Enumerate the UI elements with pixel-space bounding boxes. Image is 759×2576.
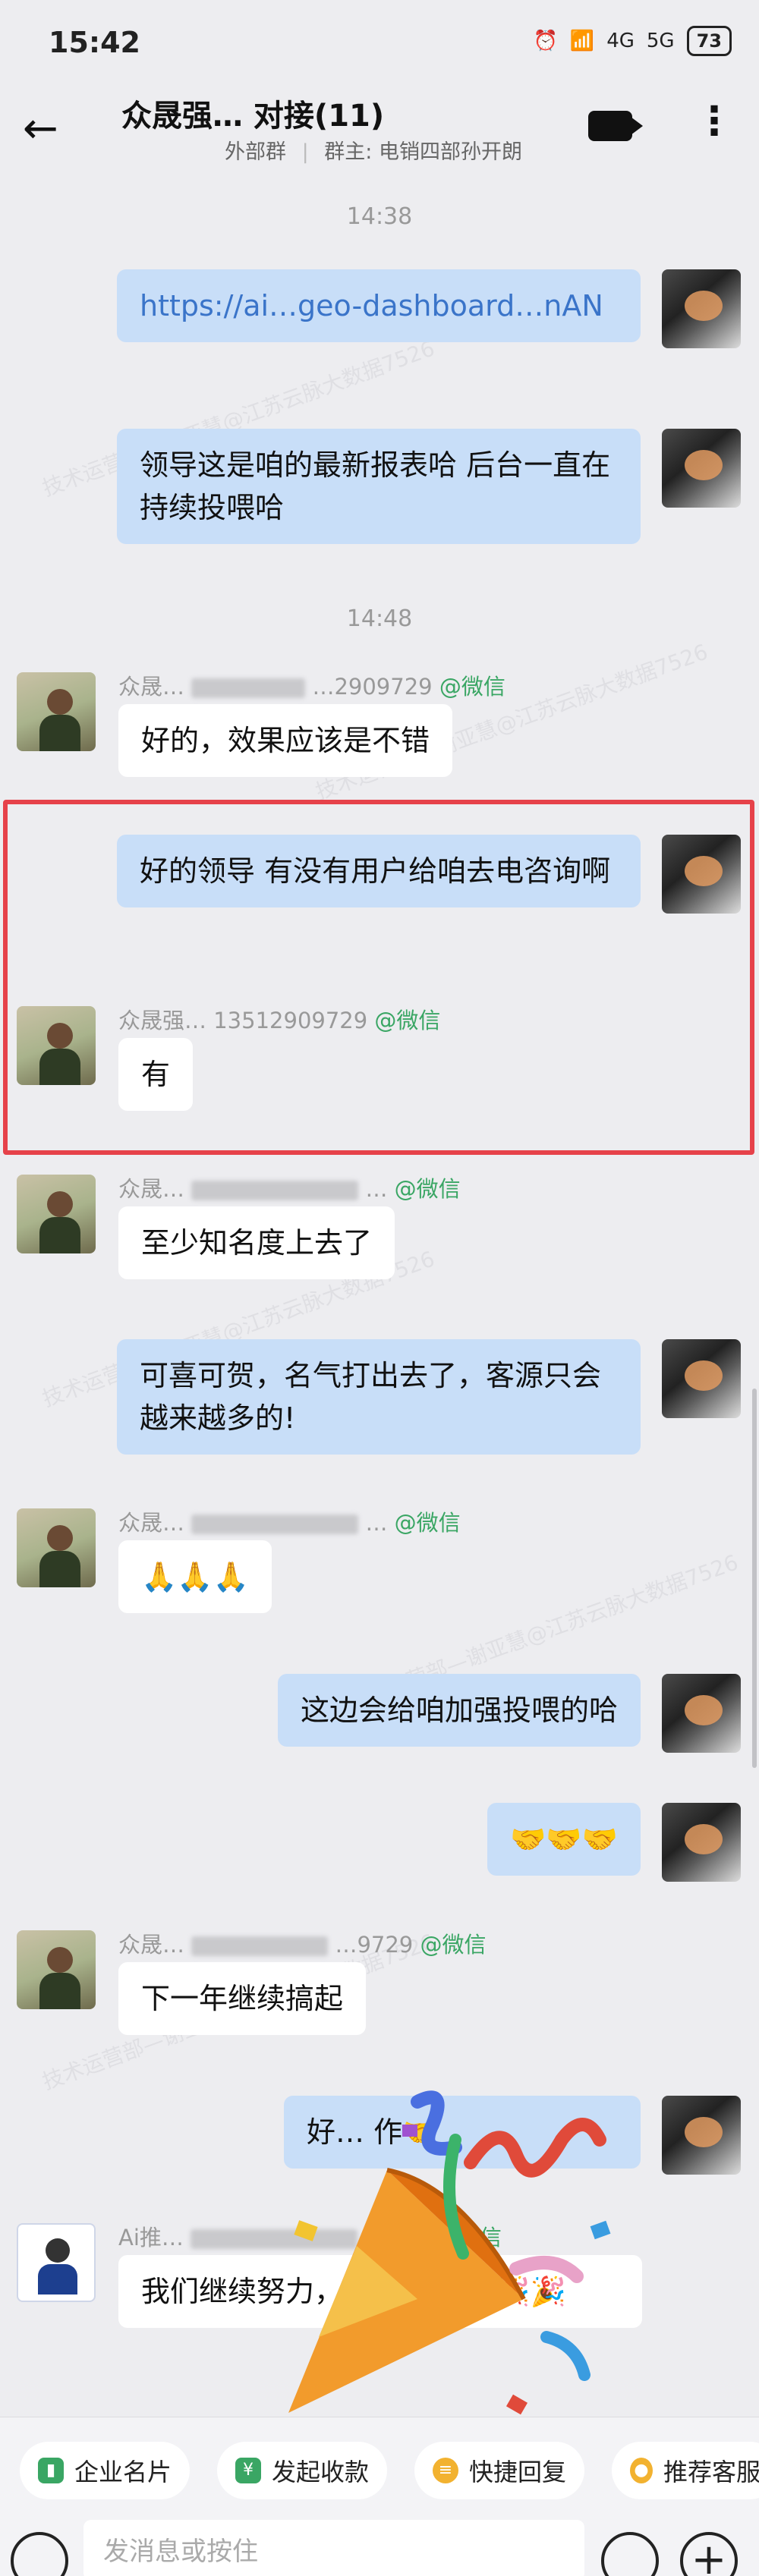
sender-id: …2909729 <box>312 674 433 700</box>
sender-id: … <box>365 1176 388 1202</box>
sender-name: 众晟… … @微信 <box>118 1505 461 1537</box>
avatar[interactable] <box>17 1930 96 2009</box>
quick-action-label: 推荐客服 <box>663 2458 759 2486</box>
payment-button[interactable]: ¥ 发起收款 <box>217 2442 388 2499</box>
timestamp: 14:38 <box>346 203 413 230</box>
clock: 15:42 <box>49 26 140 59</box>
video-call-icon[interactable] <box>588 111 643 141</box>
message-bubble[interactable]: 至少知名度上去了 <box>118 1206 395 1279</box>
sender-id: …9729 <box>335 1932 414 1958</box>
yuan-icon: ¥ <box>235 2458 261 2483</box>
plus-icon[interactable]: + <box>680 2532 738 2576</box>
chat-title[interactable]: 众晟强… 对接(11) <box>121 91 384 135</box>
wechat-tag: @微信 <box>420 1932 487 1958</box>
status-bar: 15:42 ⏰ 📶 4G 5G 73 <box>0 0 759 91</box>
avatar[interactable] <box>662 269 741 348</box>
sender-name: 众晟… …2909729 @微信 <box>118 669 505 701</box>
avatar[interactable] <box>662 429 741 508</box>
wifi-icon: 📶 <box>569 30 595 52</box>
quick-action-label: 企业名片 <box>74 2458 172 2486</box>
sender-label: 众晟… <box>118 1932 185 1958</box>
sender-label: 众晟… <box>118 1176 185 1202</box>
message-bubble[interactable]: https://ai…geo-dashboard…nAN <box>117 269 641 342</box>
group-owner: 群主: 电销四部孙开朗 <box>324 140 522 164</box>
quick-reply-icon: ≡ <box>433 2458 458 2483</box>
quick-action-label: 发起收款 <box>272 2458 370 2486</box>
chat-header: ← 众晟强… 对接(11) 外部群 | 群主: 电销四部孙开朗 ⋮ <box>0 91 759 175</box>
scrollbar[interactable] <box>752 1389 757 1768</box>
recommend-icon: ● <box>630 2458 653 2483</box>
blurred-text <box>191 1514 359 1534</box>
blurred-text <box>191 1936 329 1956</box>
business-card-button[interactable]: ▮ 企业名片 <box>20 2442 191 2499</box>
message-bubble[interactable]: 好的，效果应该是不错 <box>118 704 453 777</box>
avatar[interactable] <box>17 1508 96 1587</box>
avatar[interactable] <box>662 2096 741 2175</box>
sender-label: Ai推… <box>118 2225 184 2250</box>
wechat-tag: @微信 <box>439 674 505 700</box>
subtitle-separator: | <box>301 140 309 164</box>
message-bubble[interactable]: 领导这是咱的最新报表哈 后台一直在持续投喂哈 <box>117 429 641 544</box>
battery-icon: 73 <box>686 26 732 56</box>
voice-icon[interactable] <box>11 2532 68 2576</box>
signal-5g-icon: 5G <box>646 30 675 52</box>
party-popper-icon <box>288 2090 611 2415</box>
message-bubble[interactable]: 可喜可贺，名气打出去了，客源只会越来越多的! <box>117 1339 641 1455</box>
highlight-box <box>3 800 754 1155</box>
avatar[interactable] <box>662 1803 741 1882</box>
emoji-icon[interactable] <box>601 2532 659 2576</box>
blurred-text <box>191 678 306 698</box>
group-type: 外部群 <box>225 140 286 164</box>
sender-id: … <box>365 1510 388 1536</box>
avatar[interactable] <box>17 1175 96 1253</box>
message-bubble[interactable]: 下一年继续搞起 <box>118 1962 367 2035</box>
input-row: 发消息或按住 + <box>0 2520 759 2576</box>
quick-action-label: 快捷回复 <box>469 2458 567 2486</box>
message-bubble[interactable]: 这边会给咱加强投喂的哈 <box>277 1674 641 1747</box>
sender-label: 众晟… <box>118 1510 185 1536</box>
message-bubble[interactable]: 🤝🤝🤝 <box>487 1803 641 1876</box>
bottom-bar: ▮ 企业名片 ¥ 发起收款 ≡ 快捷回复 ● 推荐客服 发消息或按住 + <box>0 2417 759 2576</box>
chat-subtitle: 外部群 | 群主: 电销四部孙开朗 <box>225 135 522 165</box>
blurred-text <box>191 1181 359 1200</box>
chat-messages[interactable]: 技术运营部—谢亚慧@江苏云脉大数据7526 技术运营部—谢亚慧@江苏云脉大数据7… <box>0 175 759 2417</box>
wechat-tag: @微信 <box>394 1510 461 1536</box>
sender-name: 众晟… … @微信 <box>118 1172 461 1203</box>
avatar[interactable] <box>662 1674 741 1753</box>
recommend-service-button[interactable]: ● 推荐客服 <box>612 2442 759 2499</box>
sender-label: 众晟… <box>118 674 185 700</box>
message-input[interactable]: 发消息或按住 <box>83 2520 584 2576</box>
signal-4g-icon: 4G <box>606 30 635 52</box>
avatar[interactable] <box>17 672 96 751</box>
avatar[interactable] <box>662 1339 741 1418</box>
wechat-tag: @微信 <box>394 1176 461 1202</box>
avatar[interactable] <box>17 2223 96 2302</box>
alarm-icon: ⏰ <box>533 30 558 52</box>
more-options-icon[interactable]: ⋮ <box>694 102 734 141</box>
message-bubble[interactable]: 🙏🙏🙏 <box>118 1540 272 1613</box>
back-arrow-icon[interactable]: ← <box>23 108 58 150</box>
status-icons: ⏰ 📶 4G 5G 73 <box>533 26 732 56</box>
timestamp: 14:48 <box>346 605 413 632</box>
sender-name: 众晟… …9729 @微信 <box>118 1927 487 1959</box>
business-card-icon: ▮ <box>38 2458 64 2483</box>
quick-reply-button[interactable]: ≡ 快捷回复 <box>414 2442 585 2499</box>
